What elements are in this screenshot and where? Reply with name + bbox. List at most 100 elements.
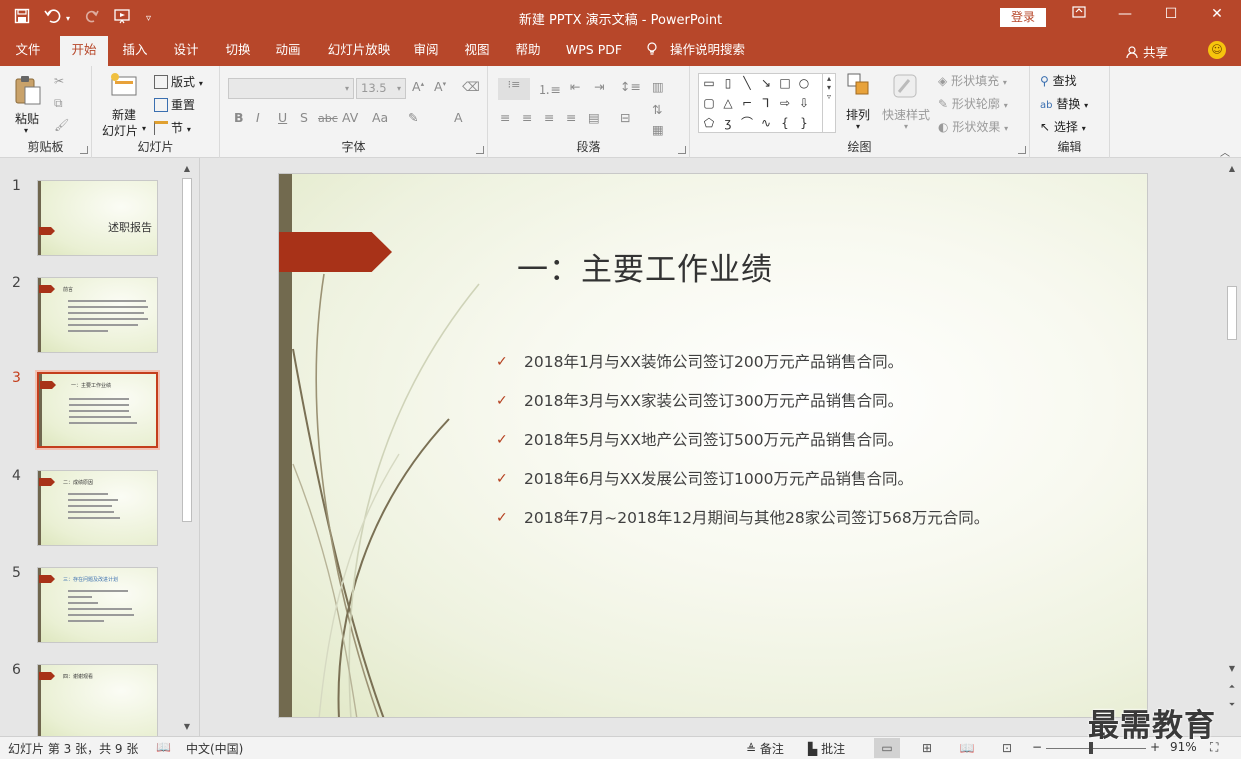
feedback-smiley-icon[interactable]: ☺ (1208, 41, 1226, 59)
slide-title[interactable]: 一：主要工作业绩 (517, 244, 773, 289)
tab-review[interactable]: 审阅 (406, 36, 446, 66)
elbow-connector-shape-icon[interactable]: ⅂ (758, 96, 774, 110)
notes-button[interactable]: ≜ 备注 (746, 740, 784, 757)
paste-button[interactable]: 粘贴 ▾ (10, 72, 46, 140)
font-name-box[interactable]: ▾ (228, 78, 354, 99)
section-button[interactable]: 节 ▾ (154, 119, 191, 136)
align-center-icon[interactable]: ≡ (522, 110, 532, 125)
increase-indent-icon[interactable]: ⇥ (594, 79, 604, 94)
reset-button[interactable]: 重置 (154, 96, 195, 113)
numbering-icon[interactable]: ⒈≡ (538, 79, 561, 98)
connector-shape-icon[interactable]: ⌐ (739, 96, 755, 110)
decrease-font-icon[interactable]: A▾ (434, 79, 446, 94)
shapes-gallery[interactable]: ▭ ▯ ╲ ↘ □ ○ ▢ △ ⌐ ⅂ ⇨ ⇩ ⬠ ʒ ⌒ ∿ { } (698, 73, 824, 133)
scroll-down-icon[interactable]: ▼ (180, 720, 194, 734)
text-direction-icon[interactable]: ⇅ (652, 102, 662, 117)
share-button[interactable]: 共享 (1126, 42, 1168, 61)
zoom-slider-track[interactable] (1046, 748, 1146, 749)
tab-home[interactable]: 开始 (60, 36, 108, 66)
underline-icon[interactable]: U (278, 110, 287, 125)
slideshow-view-icon[interactable]: ⊡ (994, 738, 1020, 758)
scroll-up-icon[interactable]: ▲ (1225, 162, 1239, 176)
comments-button[interactable]: ▙ 批注 (808, 740, 845, 757)
bold-icon[interactable]: B (234, 110, 244, 125)
normal-view-icon[interactable]: ▭ (874, 738, 900, 758)
change-case-icon[interactable]: Aa (372, 110, 388, 125)
rounded-rect-shape-icon[interactable]: ▢ (701, 96, 717, 110)
quick-styles-button[interactable]: 快速样式 ▾ (882, 72, 930, 138)
tab-slideshow[interactable]: 幻灯片放映 (318, 36, 400, 66)
pentagon-shape-icon[interactable]: ⬠ (701, 116, 717, 130)
spell-check-icon[interactable]: 📖 (156, 740, 171, 754)
curve-shape-icon[interactable]: ∿ (758, 116, 774, 130)
italic-icon[interactable]: I (256, 110, 260, 125)
clear-formatting-icon[interactable]: ⌫ (462, 79, 480, 94)
scroll-up-icon[interactable]: ▲ (180, 162, 194, 176)
align-text-icon[interactable]: ⊟ (620, 110, 630, 125)
next-slide-icon[interactable]: ⏷ (1225, 698, 1239, 712)
freeform-shape-icon[interactable]: ʒ (720, 116, 736, 130)
tab-design[interactable]: 设计 (164, 36, 208, 66)
minimize-icon[interactable]: — (1110, 6, 1140, 22)
tab-wps-pdf[interactable]: WPS PDF (560, 36, 628, 66)
character-spacing-icon[interactable]: AV (342, 110, 358, 125)
thumbnail-scrollbar[interactable]: ▲ ▼ (180, 162, 194, 734)
tell-me-search[interactable]: 操作说明搜索 (646, 36, 752, 66)
tab-view[interactable]: 视图 (456, 36, 498, 66)
copy-icon[interactable]: ⧉ (54, 96, 63, 111)
arc-shape-icon[interactable]: ⌒ (739, 116, 755, 130)
zoom-out-icon[interactable]: − (1032, 740, 1042, 754)
slide-thumbnail-4[interactable]: 4 二：成绩原因 (0, 468, 178, 558)
left-brace-shape-icon[interactable]: { (777, 116, 793, 130)
slide-thumbnail-2[interactable]: 2 前言 (0, 275, 178, 365)
shapes-gallery-scroll[interactable]: ▴ ▾ ▿ (822, 73, 836, 133)
scrollbar-thumb[interactable] (182, 178, 192, 522)
drawing-launcher-icon[interactable] (1018, 146, 1026, 154)
tab-help[interactable]: 帮助 (506, 36, 550, 66)
line-shape-icon[interactable]: ╲ (739, 76, 755, 90)
slide-thumbnail-1[interactable]: 1 述职报告 (0, 178, 178, 268)
bullets-icon[interactable]: ⁝≡ (498, 78, 530, 100)
convert-smartart-icon[interactable]: ▦ (652, 122, 664, 137)
new-slide-button[interactable]: 新建 幻灯片 ▾ (100, 72, 148, 142)
paragraph-launcher-icon[interactable] (678, 146, 686, 154)
close-icon[interactable]: ✕ (1202, 6, 1232, 22)
right-arrow-shape-icon[interactable]: ⇨ (777, 96, 793, 110)
vertical-textbox-shape-icon[interactable]: ▯ (720, 76, 736, 90)
find-button[interactable]: ⚲ 查找 (1040, 72, 1077, 89)
arrange-button[interactable]: 排列 ▾ (842, 72, 878, 138)
cut-icon[interactable]: ✂ (54, 74, 64, 88)
slide-sorter-view-icon[interactable]: ⊞ (914, 738, 940, 758)
language-indicator[interactable]: 中文(中国) (186, 740, 243, 757)
font-color-icon[interactable]: A (454, 110, 463, 125)
justify-icon[interactable]: ≡ (566, 110, 576, 125)
align-left-icon[interactable]: ≡ (500, 110, 510, 125)
triangle-shape-icon[interactable]: △ (720, 96, 736, 110)
ribbon-display-options-icon[interactable] (1064, 6, 1094, 22)
format-painter-icon[interactable]: 🖌 (54, 118, 69, 132)
slide-thumbnail-3[interactable]: 3 一：主要工作业绩 (0, 370, 178, 460)
editor-scrollbar[interactable]: ▲ ▼ ⏶ ⏷ (1225, 158, 1239, 736)
right-brace-shape-icon[interactable]: } (796, 116, 812, 130)
previous-slide-icon[interactable]: ⏶ (1225, 680, 1239, 694)
highlight-icon[interactable]: ✎ (408, 110, 418, 125)
tab-insert[interactable]: 插入 (114, 36, 156, 66)
font-launcher-icon[interactable] (476, 146, 484, 154)
collapse-ribbon-icon[interactable]: ︿ (1220, 144, 1230, 159)
decrease-indent-icon[interactable]: ⇤ (570, 79, 580, 94)
tab-file[interactable]: 文件 (6, 36, 50, 66)
strikethrough-icon[interactable]: abc (318, 112, 338, 125)
maximize-icon[interactable]: ☐ (1156, 6, 1186, 22)
font-size-box[interactable]: 13.5 ▾ (356, 78, 406, 99)
increase-font-icon[interactable]: A▴ (412, 79, 424, 94)
scroll-down-icon[interactable]: ▼ (1225, 662, 1239, 676)
login-button[interactable]: 登录 (1000, 8, 1046, 27)
rectangle-shape-icon[interactable]: □ (777, 76, 793, 90)
scrollbar-thumb[interactable] (1227, 286, 1237, 340)
shape-effects-button[interactable]: ◐ 形状效果 ▾ (938, 118, 1008, 135)
slide-thumbnail-5[interactable]: 5 三：存在问题及改进计划 (0, 565, 178, 655)
reading-view-icon[interactable]: 📖 (954, 738, 980, 758)
select-button[interactable]: ↖ 选择 ▾ (1040, 118, 1086, 135)
line-spacing-icon[interactable]: ↕≡ (620, 79, 641, 94)
layout-button[interactable]: 版式 ▾ (154, 73, 203, 90)
